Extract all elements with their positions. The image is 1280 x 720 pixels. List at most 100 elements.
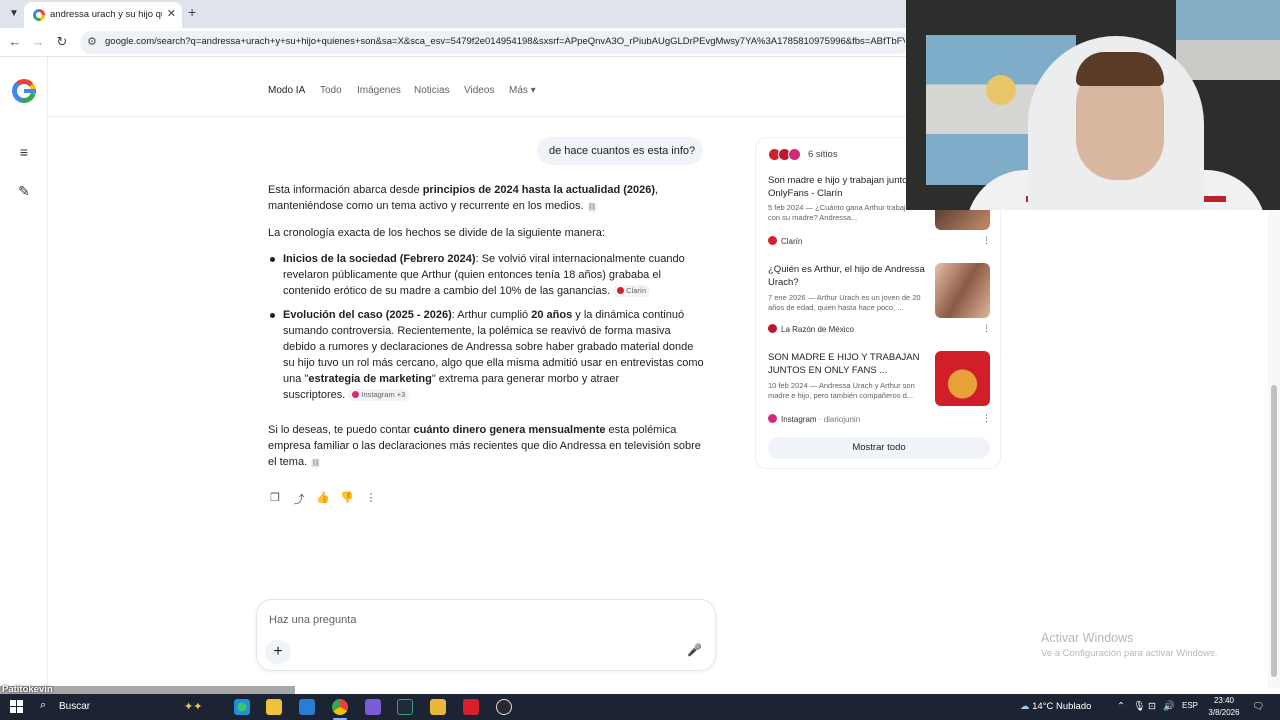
prompt-box[interactable]: Haz una pregunta + 🎤 <box>256 599 716 671</box>
answer-text: : Arthur cumplió <box>451 309 532 321</box>
thumbs-up-icon[interactable]: 👍 <box>316 491 330 504</box>
tray-mic-icon[interactable]: 🎙 <box>1133 701 1145 712</box>
terminal-icon[interactable] <box>397 699 413 715</box>
webcam-overlay <box>906 0 1280 210</box>
scrollbar-thumb[interactable] <box>1271 385 1277 677</box>
answer-text: y la dinámica continuó <box>572 309 685 321</box>
edge-icon[interactable] <box>234 699 250 715</box>
weather-widget[interactable]: ☁ 14°C Nublado <box>1020 701 1091 712</box>
source-card-thumbnail[interactable] <box>935 351 990 406</box>
link-icon[interactable]: ⛓ <box>586 202 598 213</box>
header-divider <box>48 116 908 117</box>
more-options-icon[interactable]: ⋮ <box>982 235 991 246</box>
source-card-title[interactable]: ¿Quién es Arthur, el hijo de Andressa Ur… <box>768 263 928 289</box>
chrome-icon[interactable] <box>332 699 348 715</box>
thumbs-down-icon[interactable]: 👎 <box>340 491 354 504</box>
tab-videos[interactable]: Videos <box>464 85 494 96</box>
source-card-title[interactable]: Son madre e hijo y trabajan juntos en On… <box>768 174 928 200</box>
bullet-1-line-1: Inicios de la sociedad (Febrero 2024): S… <box>283 251 708 267</box>
answer-text: contenido erótico de su madre a cambio d… <box>283 285 611 297</box>
link-icon[interactable]: ⛓ <box>310 458 322 469</box>
browser-tab[interactable]: andressa urach y su hijo quienes ✕ <box>24 2 182 28</box>
outlook-icon[interactable] <box>299 699 315 715</box>
screen: ▼ andressa urach y su hijo quienes ✕ + ←… <box>0 0 1280 720</box>
bullet-dot <box>270 257 275 262</box>
prompt-input[interactable]: Haz una pregunta <box>269 614 356 626</box>
clarin-icon <box>617 287 625 294</box>
clock-time: 23:40 <box>1213 696 1235 705</box>
source-name: La Razón de México <box>781 325 854 334</box>
network-icon[interactable]: ⊡ <box>1148 701 1156 712</box>
stream-name-bar: Patitokevin <box>0 684 295 695</box>
answer-paragraph-3-line-3: el tema. ⛓ <box>268 454 708 470</box>
amd-icon[interactable] <box>463 699 479 715</box>
more-options-icon[interactable]: ⋮ <box>982 413 991 424</box>
app-icon[interactable] <box>496 699 512 715</box>
source-chip-instagram[interactable]: Instagram +3 <box>348 389 410 401</box>
bullet-1-line-3: contenido erótico de su madre a cambio d… <box>283 283 708 299</box>
history-list-icon[interactable]: ≡ <box>16 144 32 160</box>
forward-arrow-icon[interactable]: → <box>29 33 47 51</box>
back-arrow-icon[interactable]: ← <box>6 33 24 51</box>
flag-background-right <box>1176 0 1280 80</box>
windows-taskbar: ⌕ Buscar ✦✦ ☁ 14°C Nublado ⌃ 🎙 ⊡ 🔊 ESP 2… <box>0 694 1280 720</box>
cloud-icon: ☁ <box>1020 701 1030 712</box>
source-chip-clarin[interactable]: Clarín <box>613 285 651 297</box>
copy-icon[interactable]: ❐ <box>268 491 282 504</box>
google-logo-icon[interactable] <box>12 79 36 103</box>
tab-noticias[interactable]: Noticias <box>414 85 450 96</box>
instagram-icon <box>788 148 801 161</box>
store-icon[interactable] <box>266 699 282 715</box>
instagram-icon <box>352 391 360 398</box>
more-options-icon[interactable]: ⋮ <box>982 323 991 334</box>
source-card-thumbnail[interactable] <box>935 263 990 318</box>
answer-bold-text: estrategia de marketing <box>308 373 432 385</box>
source-card-snippet: 7 ene 2026 — Arthur Urach es un joven de… <box>768 293 921 312</box>
left-rail: ≡ ✎ <box>0 57 48 687</box>
tab-close-icon[interactable]: ✕ <box>167 7 176 20</box>
tab-title: andressa urach y su hijo quienes <box>50 9 162 20</box>
address-bar[interactable]: ⚙ google.com/search?q=andressa+urach+y+s… <box>80 31 910 54</box>
new-chat-edit-icon[interactable]: ✎ <box>16 183 32 199</box>
tab-modo-ia[interactable]: Modo IA <box>268 85 305 96</box>
tab-todo[interactable]: Todo <box>320 85 342 96</box>
bullet-2-line-2: sumando controversia. Recientemente, la … <box>283 325 671 337</box>
reload-icon[interactable]: ↻ <box>53 33 71 51</box>
answer-text: el tema. <box>268 456 308 468</box>
flag-sun <box>986 75 1016 105</box>
clarin-icon <box>768 236 777 245</box>
tab-mas[interactable]: Más ▾ <box>509 85 536 96</box>
add-attachment-button[interactable]: + <box>265 640 291 664</box>
obs-icon[interactable] <box>365 699 381 715</box>
bullet-2-line-6: suscriptores. Instagram +3 <box>283 387 708 403</box>
tab-imagenes[interactable]: Imágenes <box>357 85 401 96</box>
microphone-icon[interactable]: 🎤 <box>687 643 702 657</box>
show-all-button[interactable]: Mostrar todo <box>768 437 990 459</box>
tab-list-chevron-icon[interactable]: ▼ <box>4 4 24 24</box>
sources-count: 6 sitios <box>808 149 838 160</box>
source-name: Instagram <box>781 415 817 424</box>
taskbar-search[interactable]: ⌕ Buscar ✦✦ <box>34 694 220 720</box>
windows-start-icon[interactable] <box>10 700 24 714</box>
volume-icon[interactable]: 🔊 <box>1163 701 1175 712</box>
site-info-icon[interactable]: ⚙ <box>87 35 97 48</box>
tray-chevron-icon[interactable]: ⌃ <box>1117 701 1125 712</box>
taskbar-clock[interactable]: 23:40 3/8/2026 <box>1206 695 1242 719</box>
answer-paragraph-1-line-2: manteniéndose como un tema activo y recu… <box>268 198 708 214</box>
source-card-title[interactable]: SON MADRE E HIJO Y TRABAJAN JUNTOS EN ON… <box>768 351 928 377</box>
taskbar-search-label: Buscar <box>59 701 91 712</box>
source-card-site: Clarín <box>768 236 802 246</box>
answer-paragraph-3-line-2: empresa familiar o las declaraciones más… <box>268 440 701 452</box>
answer-bold-text: 20 años <box>531 309 573 321</box>
language-indicator[interactable]: ESP <box>1182 701 1198 710</box>
answer-bold-text: cuánto dinero genera mensualmente <box>413 424 606 436</box>
answer-text: manteniéndose como un tema activo y recu… <box>268 200 584 212</box>
notifications-icon[interactable]: 🗨 <box>1252 701 1264 712</box>
new-tab-button[interactable]: + <box>188 4 196 20</box>
search-highlight-icon: ✦✦ <box>184 701 203 713</box>
more-options-icon[interactable]: ⋮ <box>364 491 378 504</box>
activate-windows-watermark: Activar Windows Ve a Configuración para … <box>1041 631 1217 659</box>
file-explorer-icon[interactable] <box>430 699 446 715</box>
share-icon[interactable]: ⤴ <box>292 491 306 507</box>
search-icon: ⌕ <box>40 699 47 711</box>
